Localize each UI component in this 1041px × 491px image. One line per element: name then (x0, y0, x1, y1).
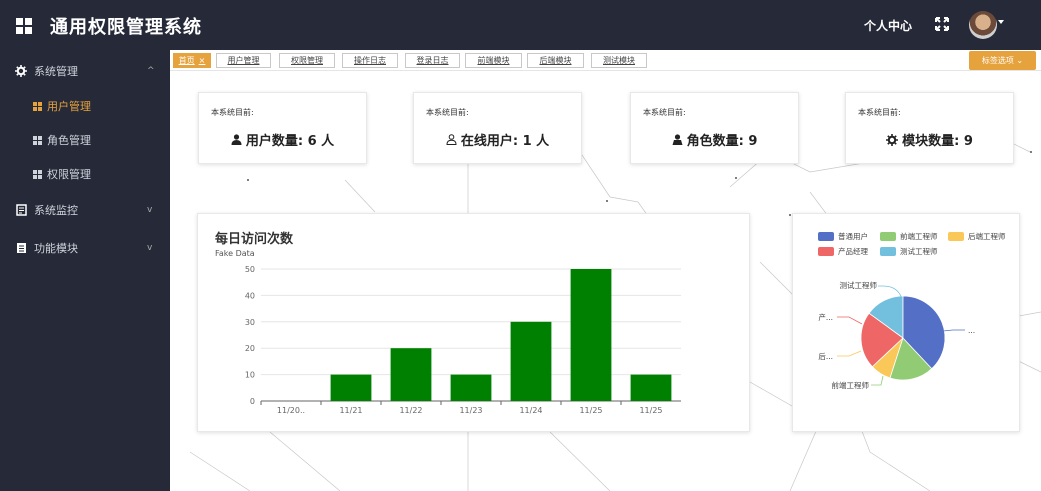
monitor-icon (15, 204, 27, 216)
pie-label: 产... (818, 312, 833, 322)
grid-icon (31, 134, 43, 146)
sidebar-item-label: 用户管理 (47, 100, 91, 113)
stat-text: 模块数量: 9 (902, 134, 973, 149)
document-icon (15, 242, 27, 254)
stat-caption: 本系统目前: (858, 108, 901, 117)
sidebar-item-role-management[interactable]: 角色管理 (0, 122, 170, 158)
x-tick-label: 11/21 (339, 406, 362, 415)
y-tick-label: 30 (245, 318, 255, 327)
x-tick-label: 11/23 (459, 406, 482, 415)
chevron-up-icon: ^ (147, 66, 155, 76)
stat-value: 角色数量: 9 (631, 130, 798, 149)
grid-icon[interactable] (16, 18, 32, 34)
sidebar-item-label: 权限管理 (47, 168, 91, 181)
y-tick-label: 0 (250, 397, 255, 406)
avatar[interactable] (969, 11, 997, 39)
top-header: 通用权限管理系统 个人中心 (0, 0, 1041, 50)
stat-caption: 本系统目前: (643, 108, 686, 117)
y-tick-label: 20 (245, 344, 255, 353)
bar (450, 374, 492, 401)
tab-operation-log[interactable]: 操作日志 (342, 53, 398, 68)
stat-caption: 本系统目前: (211, 108, 254, 117)
sidebar-item-permission-management[interactable]: 权限管理 (0, 156, 170, 192)
pie-label: 前端工程师 (832, 380, 870, 390)
stat-text: 用户数量: 6 人 (245, 134, 335, 149)
tab-label: 操作日志 (354, 56, 386, 65)
profile-link[interactable]: 个人中心 (864, 17, 912, 34)
tab-user-management[interactable]: 用户管理 (216, 53, 271, 68)
tab-home[interactable]: 首页 × (173, 53, 211, 68)
tab-label: 登录日志 (416, 56, 449, 65)
tab-label: 权限管理 (291, 56, 323, 65)
fullscreen-icon[interactable] (934, 16, 950, 32)
main-content: 本系统目前: 用户数量: 6 人 本系统目前: 在线用户: 1 人 本系统目前:… (170, 72, 1041, 491)
y-tick-label: 40 (245, 291, 255, 300)
pie-label: ... (968, 326, 975, 335)
stat-card-users: 本系统目前: 用户数量: 6 人 (198, 92, 367, 164)
grid-icon (31, 100, 43, 112)
stat-card-online-users: 本系统目前: 在线用户: 1 人 (413, 92, 582, 164)
grid-icon (31, 168, 43, 180)
stat-card-roles: 本系统目前: 角色数量: 9 (630, 92, 799, 164)
sidebar: 系统管理 ^ 用户管理 角色管理 权限管理 系统监控 v 功能模块 v (0, 50, 170, 491)
user-outline-icon (446, 134, 457, 145)
chevron-down-icon: v (147, 243, 153, 253)
tab-label: 前端模块 (477, 56, 510, 65)
chevron-down-icon: v (147, 205, 153, 215)
tag-options-button[interactable]: 标签选项 ⌄ (969, 51, 1036, 70)
bar (510, 321, 552, 401)
y-tick-label: 50 (245, 265, 255, 274)
stat-card-modules: 本系统目前: 模块数量: 9 (845, 92, 1014, 164)
sidebar-item-user-management[interactable]: 用户管理 (0, 88, 170, 124)
tab-bar: 首页 × 用户管理 权限管理 操作日志 登录日志 前端模块 后端模块 测试模块 (170, 50, 1041, 71)
tab-frontend-module[interactable]: 前端模块 (465, 53, 522, 68)
daily-visits-panel: 每日访问次数 Fake Data 0 10 20 30 40 50 11/20.. 11/21… (197, 213, 750, 432)
tab-login-log[interactable]: 登录日志 (405, 53, 460, 68)
stat-caption: 本系统目前: (426, 108, 469, 117)
user-tie-icon (672, 134, 683, 145)
pie-label: 测试工程师 (840, 280, 878, 290)
app-title: 通用权限管理系统 (50, 17, 202, 38)
pie-chart: 测试工程师 产... 后... 前端工程师 ... (818, 280, 975, 390)
stat-text: 在线用户: 1 人 (460, 134, 550, 149)
sidebar-item-function-module[interactable]: 功能模块 v (0, 230, 170, 266)
x-tick-label: 11/25 (639, 406, 662, 415)
stat-text: 角色数量: 9 (686, 134, 758, 149)
tab-label: 测试模块 (603, 56, 635, 65)
bar (390, 348, 432, 401)
stat-value: 模块数量: 9 (846, 130, 1013, 149)
pie-label: 后... (818, 351, 833, 361)
chevron-down-icon[interactable] (998, 20, 1004, 24)
user-icon (231, 134, 242, 145)
sidebar-item-label: 系统管理 (34, 65, 78, 78)
x-tick-label: 11/22 (399, 406, 422, 415)
sidebar-item-system-monitor[interactable]: 系统监控 v (0, 192, 170, 228)
tab-permission-management[interactable]: 权限管理 (279, 53, 335, 68)
x-tick-label: 11/20.. (277, 406, 305, 415)
bar (330, 374, 372, 401)
gear-icon (15, 65, 27, 77)
tab-label: 后端模块 (539, 56, 572, 65)
sidebar-item-label: 功能模块 (34, 242, 78, 255)
sidebar-item-label: 系统监控 (34, 204, 78, 217)
tab-test-module[interactable]: 测试模块 (591, 53, 647, 68)
close-icon[interactable]: × (199, 56, 206, 65)
tab-backend-module[interactable]: 后端模块 (527, 53, 584, 68)
stat-value: 用户数量: 6 人 (199, 130, 366, 149)
x-tick-label: 11/24 (519, 406, 542, 415)
tab-label: 用户管理 (227, 56, 260, 65)
bar-chart: 0 10 20 30 40 50 11/20.. 11/21 11/22 11/23 11/24 11… (245, 265, 681, 415)
role-distribution-panel: 普通用户 前端工程师 后端工程师 产品经理 测试工程师 测试工程师 产... 后… (792, 213, 1020, 432)
tab-label: 首页 (178, 56, 195, 65)
sidebar-item-label: 角色管理 (47, 134, 91, 147)
stat-value: 在线用户: 1 人 (414, 130, 581, 149)
bar (630, 374, 672, 401)
gear-icon (886, 133, 899, 146)
sidebar-item-system-management[interactable]: 系统管理 ^ (0, 53, 170, 89)
y-tick-label: 10 (245, 371, 255, 380)
bar (570, 269, 612, 401)
x-tick-label: 11/25 (579, 406, 602, 415)
